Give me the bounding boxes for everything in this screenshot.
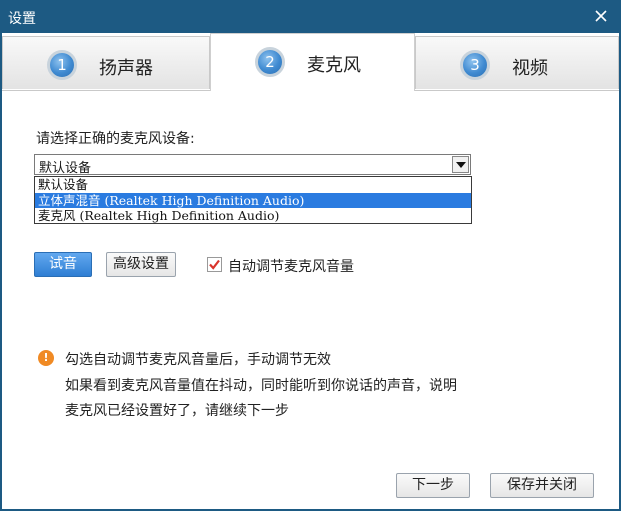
dropdown-option[interactable]: 麦克风 (Realtek High Definition Audio) [35,208,471,223]
title-bar: 设置 [0,0,621,33]
settings-window: 设置 1 扬声器 2 麦克风 3 视频 请选择正确的麦克风设备: 默认设备 默认… [0,0,621,511]
tab-label: 视频 [512,58,548,79]
tab-number-badge: 1 [47,50,77,80]
device-dropdown-list: 默认设备 立体声混音 (Realtek High Definition Audi… [34,176,472,224]
tab-number-badge: 2 [255,47,285,77]
chevron-down-icon[interactable] [452,156,469,173]
device-select-value: 默认设备 [39,161,92,176]
auto-adjust-checkbox[interactable] [207,257,222,272]
dropdown-option[interactable]: 默认设备 [35,177,471,192]
tab-divider [415,90,619,91]
device-prompt: 请选择正确的麦克风设备: [36,131,195,147]
note-line: 如果看到麦克风音量值在抖动，同时能听到你说话的声音，说明 [65,378,457,394]
tab-number-badge: 3 [460,50,490,80]
test-sound-button[interactable]: 试音 [34,252,92,277]
tab-label: 扬声器 [99,58,153,79]
device-select[interactable]: 默认设备 [34,154,471,176]
tab-bar: 1 扬声器 2 麦克风 3 视频 [2,33,619,91]
tab-speaker[interactable]: 1 扬声器 [2,36,210,89]
tab-microphone[interactable]: 2 麦克风 [210,33,415,91]
save-and-close-button[interactable]: 保存并关闭 [490,473,594,498]
auto-adjust-label: 自动调节麦克风音量 [228,259,354,275]
tab-video[interactable]: 3 视频 [415,36,619,89]
dialog-body: 1 扬声器 2 麦克风 3 视频 请选择正确的麦克风设备: 默认设备 默认设备 … [2,33,619,509]
advanced-settings-button[interactable]: 高级设置 [106,252,176,277]
tab-label: 麦克风 [307,55,361,76]
note-line: 勾选自动调节麦克风音量后，手动调节无效 [65,352,331,368]
note-line: 麦克风已经设置好了，请继续下一步 [65,403,289,419]
info-icon: ! [38,350,54,366]
dropdown-option-highlighted[interactable]: 立体声混音 (Realtek High Definition Audio) [35,193,471,208]
window-title: 设置 [8,11,36,27]
next-step-button[interactable]: 下一步 [396,473,470,498]
tab-divider [2,90,210,91]
close-icon[interactable] [591,6,611,26]
